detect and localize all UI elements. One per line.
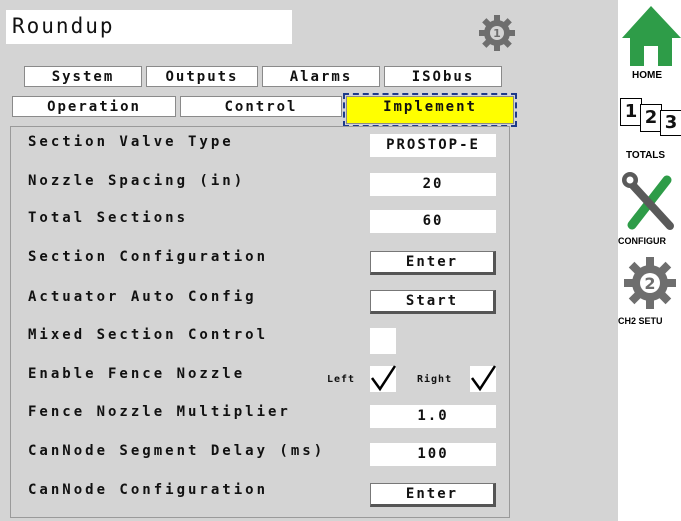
configure-label: CONFIGUR [618,236,666,246]
cannode-segment-delay-field[interactable]: 100 [370,443,496,466]
tab-operation[interactable]: Operation [12,96,176,117]
ch2-setup-label: CH2 SETU [618,316,663,326]
tab-alarms[interactable]: Alarms [262,66,380,87]
totals-digit-1: 1 [620,98,642,126]
configure-tools-icon[interactable] [622,170,680,232]
section-configuration-label: Section Configuration [28,249,269,265]
tab-outputs[interactable]: Outputs [146,66,258,87]
tab-isobus[interactable]: ISObus [384,66,502,87]
totals-digit-2: 2 [640,104,662,132]
fence-left-label: Left [327,374,356,385]
fence-nozzle-multiplier-field[interactable]: 1.0 [370,405,496,428]
actuator-auto-config-start-button[interactable]: Start [370,290,496,314]
home-label: HOME [632,70,662,81]
totals-icon[interactable]: 1 2 3 [620,96,681,136]
tab-control[interactable]: Control [180,96,342,117]
ch2-setup-gear-icon[interactable]: 2 [622,254,678,312]
totals-label: TOTALS [626,150,666,161]
screen-area: Roundup 1 System Outputs Alarms ISObus O… [0,0,618,521]
checkmark-icon [470,365,497,392]
fence-right-checkbox[interactable] [470,365,497,392]
total-sections-field[interactable]: 60 [370,210,496,233]
totals-digit-3: 3 [660,110,681,136]
title-field[interactable]: Roundup [6,10,292,44]
ch2-badge-number: 2 [644,274,655,293]
mixed-section-control-label: Mixed Section Control [28,327,269,343]
tab-implement[interactable]: Implement [343,93,517,127]
checkmark-icon [370,365,397,392]
section-valve-type-field[interactable]: PROSTOP-E [370,134,496,157]
section-valve-type-label: Section Valve Type [28,134,234,150]
fence-nozzle-multiplier-label: Fence Nozzle Multiplier [28,404,291,420]
settings-gear-icon[interactable]: 1 [476,12,518,54]
fence-right-label: Right [417,374,453,385]
sidebar: HOME 1 2 3 TOTALS CONFIGUR 2 CH2 SETU [618,0,681,521]
cannode-configuration-label: CanNode Configuration [28,482,269,498]
nozzle-spacing-label: Nozzle Spacing (in) [28,173,246,189]
total-sections-label: Total Sections [28,210,189,226]
tab-system[interactable]: System [24,66,142,87]
fence-left-checkbox[interactable] [370,365,397,392]
enable-fence-nozzle-label: Enable Fence Nozzle [28,366,246,382]
section-configuration-enter-button[interactable]: Enter [370,251,496,275]
nozzle-spacing-field[interactable]: 20 [370,173,496,196]
mixed-section-control-checkbox[interactable] [370,328,396,354]
home-icon[interactable] [620,4,681,68]
cannode-configuration-enter-button[interactable]: Enter [370,483,496,507]
gear-badge-number: 1 [493,27,501,40]
actuator-auto-config-label: Actuator Auto Config [28,289,257,305]
cannode-segment-delay-label: CanNode Segment Delay (ms) [28,443,326,459]
